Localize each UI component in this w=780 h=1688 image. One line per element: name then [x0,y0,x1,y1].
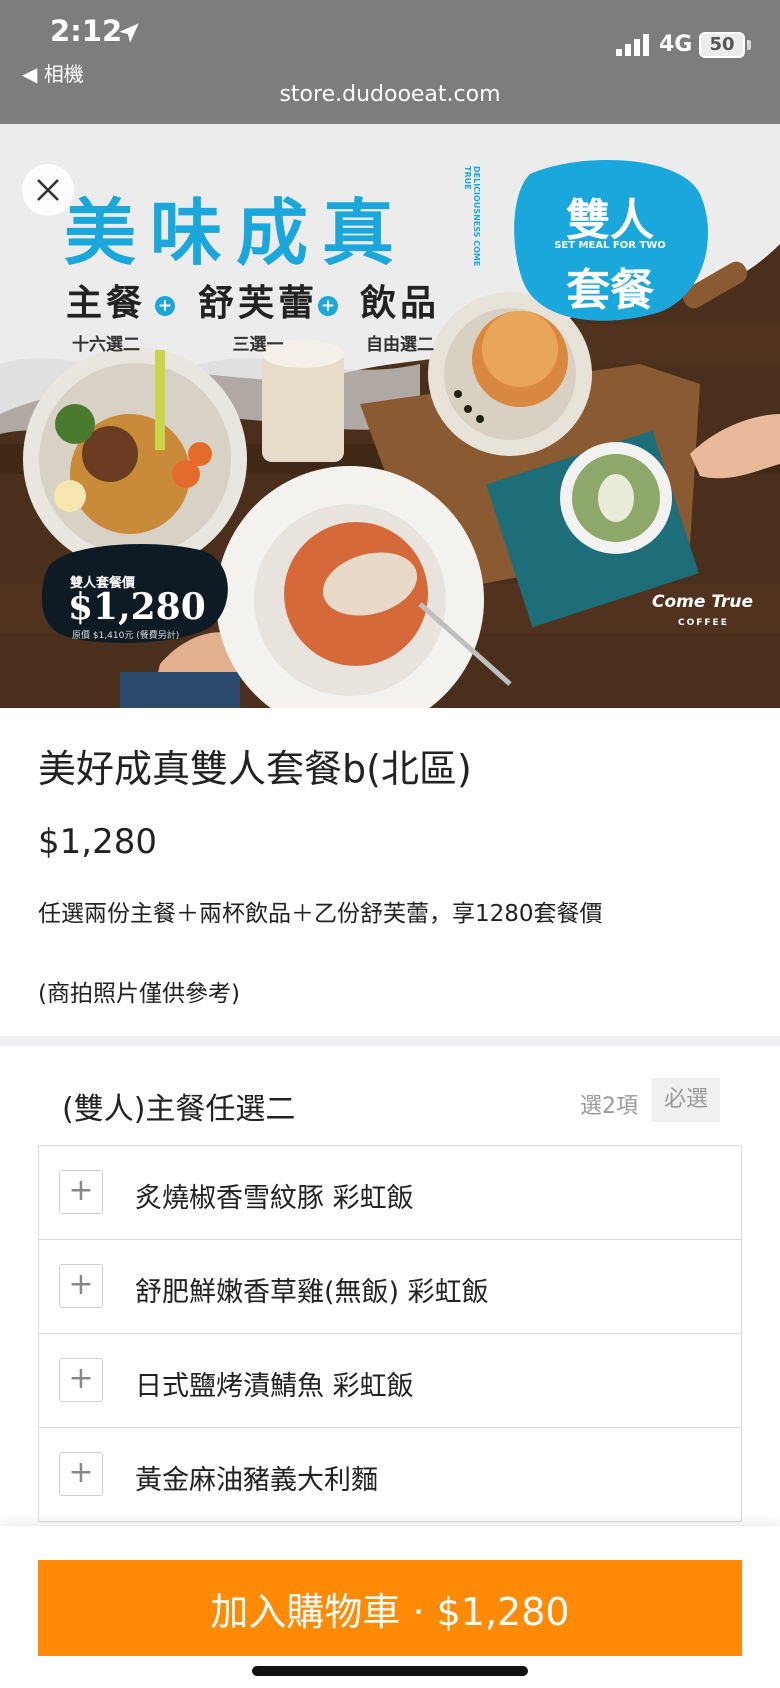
brand-logo-sub: COFFEE [678,618,729,628]
option-item[interactable]: + 黃金麻油豬義大利麵 [39,1428,741,1522]
option-item[interactable]: + 舒肥鮮嫩香草雞(無飯) 彩虹飯 [39,1240,741,1334]
badge-line2: 套餐 [566,265,654,316]
status-bar: 2:12 ◀ 相機 store.dudooeat.com 4G 50 [0,0,780,124]
combo-souffle: 舒芙蕾 三選一 [198,274,318,355]
combo-sub-label: 三選一 [232,335,284,355]
combo-sub-label: 十六選二 [72,335,140,355]
combo-main-label: 飲品 [360,283,441,324]
product-price: $1,280 [38,822,157,862]
combo-sub-label: 自由選二 [366,335,434,355]
close-icon [37,179,59,201]
required-badge: 必選 [652,1078,720,1122]
location-arrow-icon [119,23,139,43]
add-option-button[interactable]: + [59,1170,103,1214]
badge-line1: 雙人 [566,195,654,246]
price-tag-price: $1,280 [68,586,206,628]
add-option-button[interactable]: + [59,1264,103,1308]
home-indicator[interactable] [252,1666,528,1676]
combo-main-course: 主餐 十六選二 [66,274,146,355]
option-list: + 炙燒椒香雪紋豚 彩虹飯 + 舒肥鮮嫩香草雞(無飯) 彩虹飯 + 日式鹽烤漬鯖… [38,1145,742,1522]
add-option-button[interactable]: + [59,1452,103,1496]
option-label: 黃金麻油豬義大利麵 [135,1465,378,1496]
plus-icon: + [155,296,175,316]
banner-english-tagline: DELICIOUSNESS COME TRUE [463,166,481,267]
option-label: 日式鹽烤漬鯖魚 彩虹飯 [135,1371,414,1402]
price-tag-original: 原價 $1,410元 (餐費另計) [72,631,180,641]
hero-banner: 美味成真 DELICIOUSNESS COME TRUE 主餐 十六選二 + 舒… [0,124,780,708]
combo-main-label: 舒芙蕾 [198,283,319,324]
product-title: 美好成真雙人套餐b(北區) [38,747,472,791]
option-label: 炙燒椒香雪紋豚 彩虹飯 [135,1183,414,1214]
product-note: (商拍照片僅供參考) [38,981,240,1007]
status-time: 2:12 [50,14,123,48]
option-label: 舒肥鮮嫩香草雞(無飯) 彩虹飯 [135,1277,489,1308]
cellular-signal-icon [616,34,649,56]
network-type: 4G [659,32,693,57]
brand-logo: Come True [652,592,754,612]
url-bar[interactable]: store.dudooeat.com [0,82,780,107]
combo-main-label: 主餐 [66,283,147,324]
product-description: 任選兩份主餐＋兩杯飲品＋乙份舒芙蕾，享1280套餐價 [38,901,603,927]
combo-drinks: 飲品 自由選二 [360,274,440,355]
section-divider [0,1036,780,1046]
plus-icon: + [318,296,338,316]
battery-icon: 50 [699,32,745,58]
banner-headline: 美味成真 [64,190,409,275]
add-to-cart-button[interactable]: 加入購物車 · $1,280 [38,1560,742,1656]
option-item[interactable]: + 炙燒椒香雪紋豚 彩虹飯 [39,1146,741,1240]
add-option-button[interactable]: + [59,1358,103,1402]
battery-tip [747,40,751,50]
option-group-count: 選2項 [580,1094,638,1119]
option-item[interactable]: + 日式鹽烤漬鯖魚 彩虹飯 [39,1334,741,1428]
badge-english: SET MEAL FOR TWO [554,240,666,251]
option-group-title: (雙人)主餐任選二 [62,1092,296,1127]
